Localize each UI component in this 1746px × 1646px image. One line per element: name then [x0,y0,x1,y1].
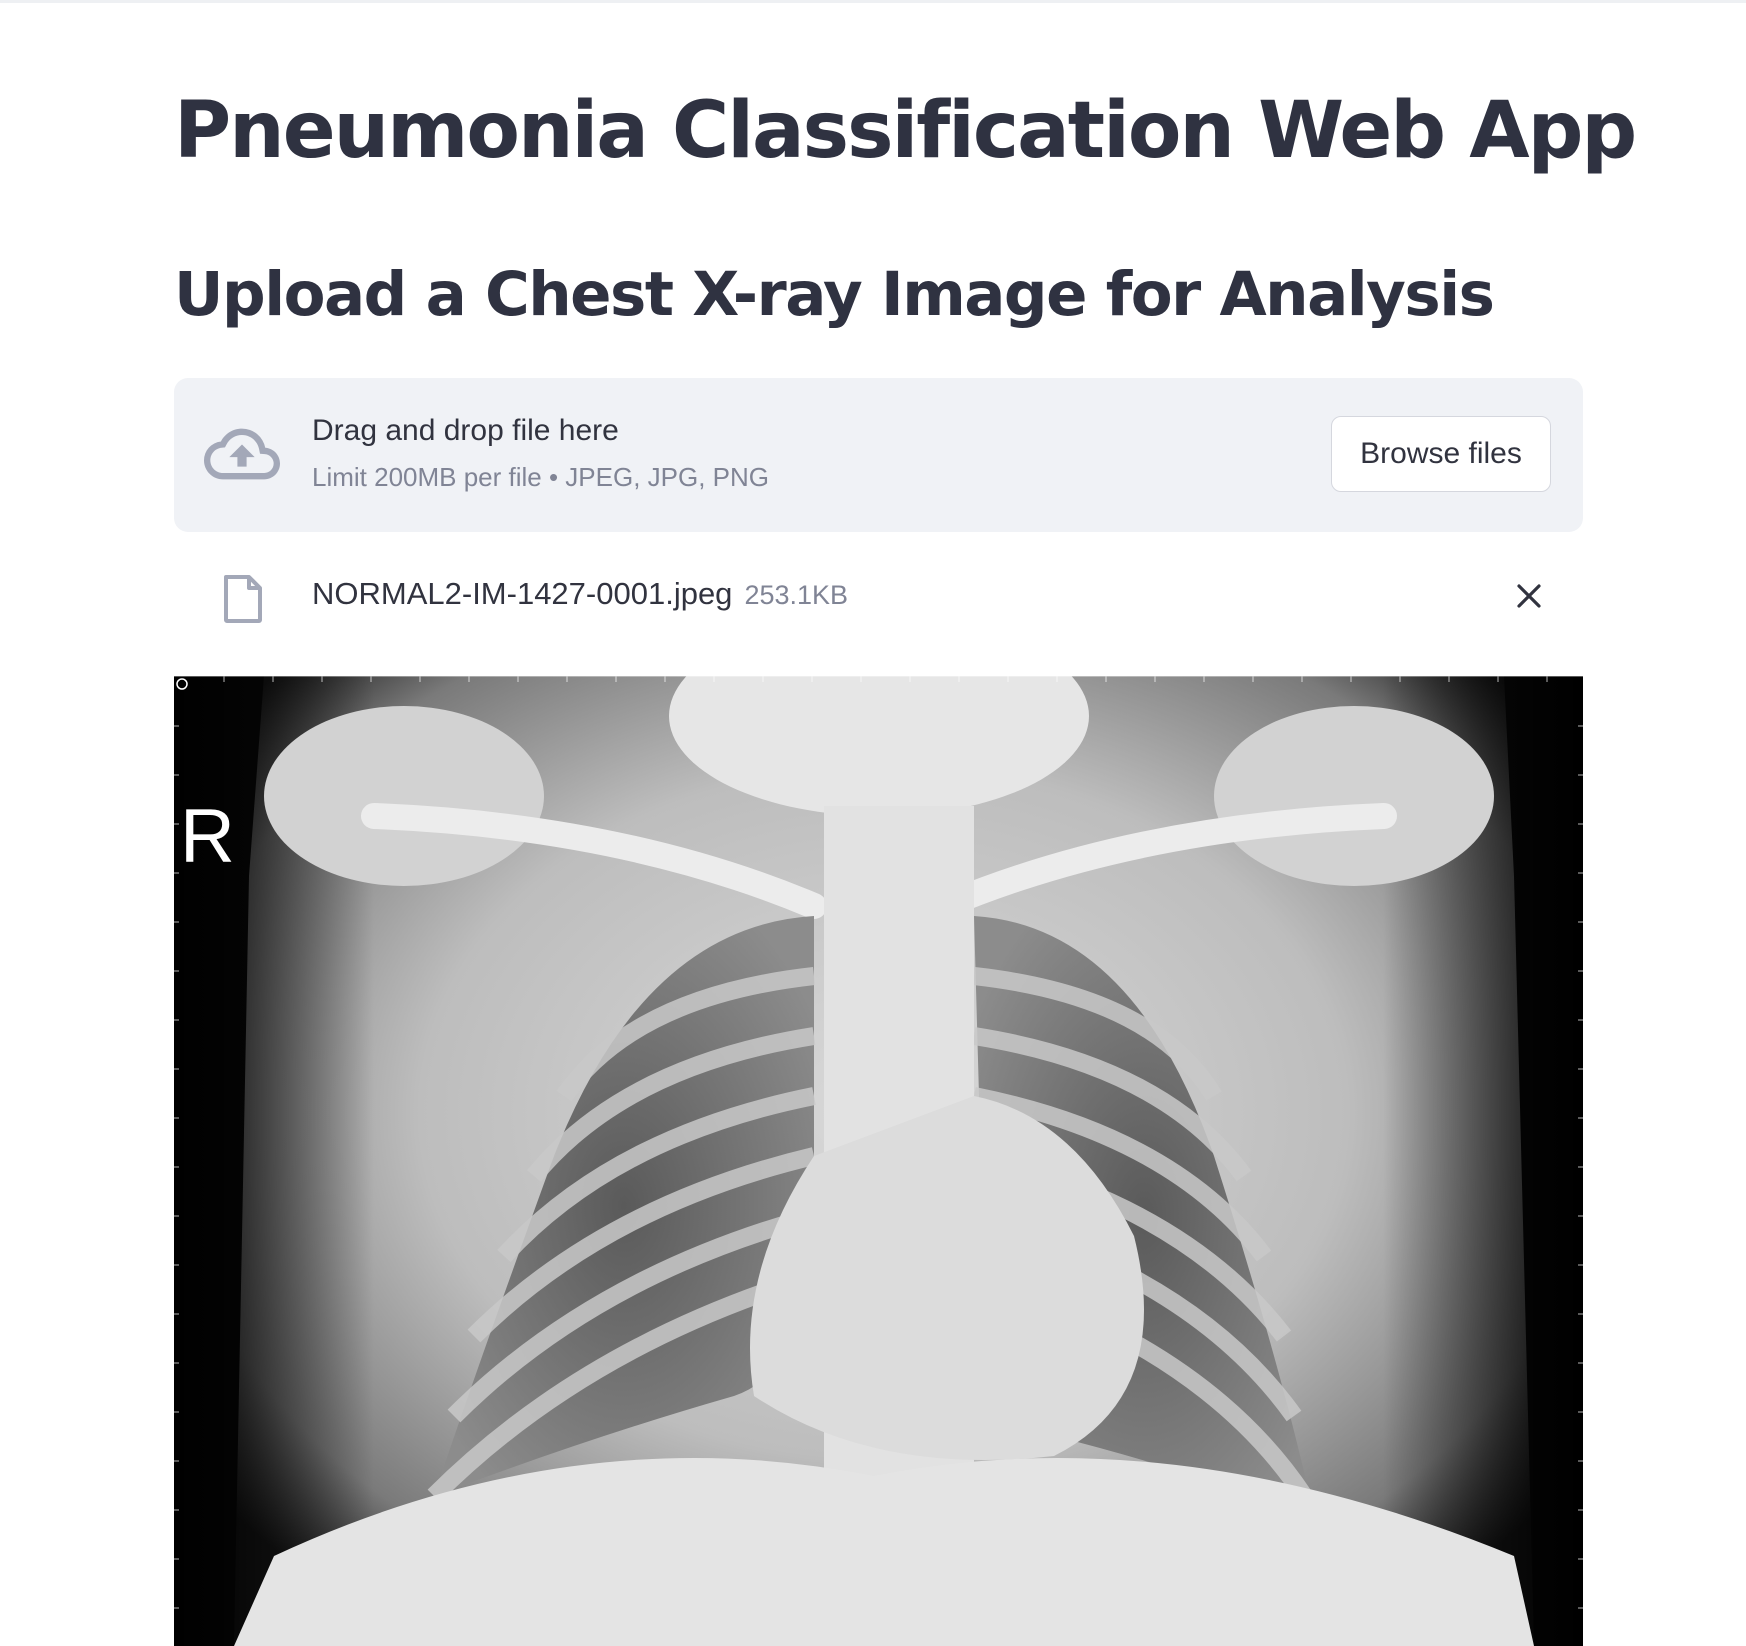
xray-side-marker: R [180,794,235,879]
page-title: Pneumonia Classification Web App [174,86,1637,176]
xray-illustration: R [174,676,1583,1646]
browse-files-button[interactable]: Browse files [1331,416,1551,492]
cloud-upload-icon [204,428,280,480]
chest-xray-image: R [174,676,1583,1646]
close-icon[interactable] [1509,576,1549,616]
file-name-text: NORMAL2-IM-1427-0001.jpeg [312,576,733,611]
page-subtitle: Upload a Chest X-ray Image for Analysis [174,259,1495,330]
file-icon [224,575,262,623]
dropzone-limit-text: Limit 200MB per file • JPEG, JPG, PNG [312,462,770,492]
dropzone-text: Drag and drop file here Limit 200MB per … [312,414,770,492]
dropzone-primary-text: Drag and drop file here [312,414,619,447]
file-size-text: 253.1KB [744,580,849,610]
uploaded-file-row: NORMAL2-IM-1427-0001.jpeg 253.1KB [174,560,1583,632]
uploaded-file-name: NORMAL2-IM-1427-0001.jpeg 253.1KB [312,576,848,612]
top-decoration-bar [0,0,1746,3]
file-dropzone[interactable]: Drag and drop file here Limit 200MB per … [174,378,1583,532]
